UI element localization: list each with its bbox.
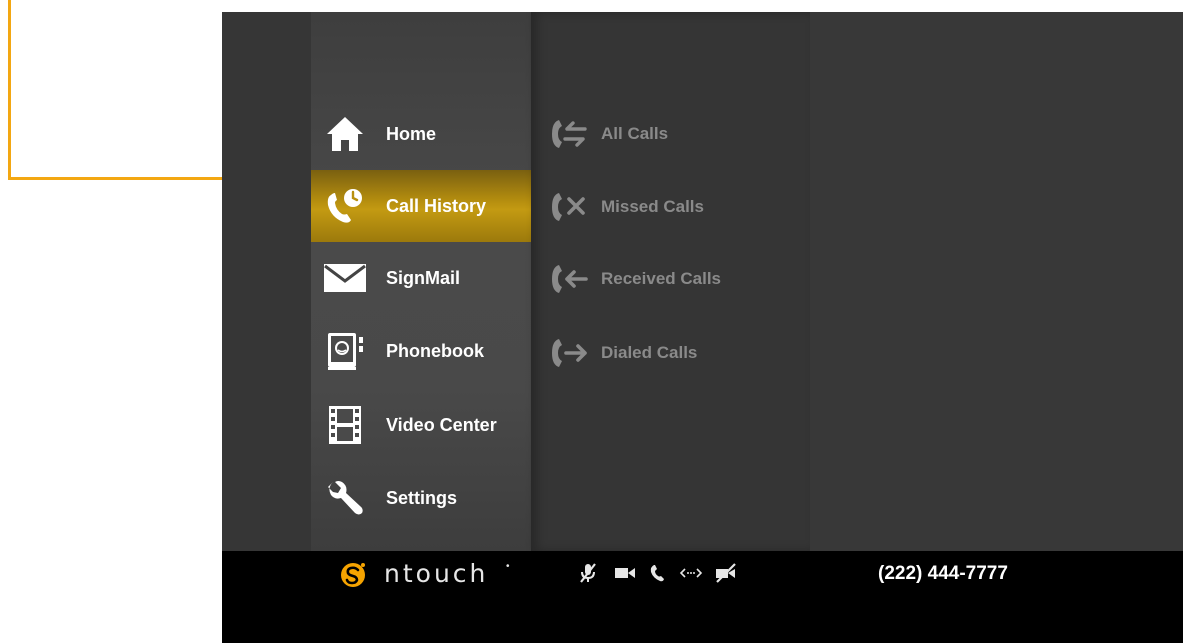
menu-item-label: Settings	[386, 487, 458, 508]
mic-muted-icon[interactable]	[578, 561, 598, 585]
menu-item-call-history[interactable]: Call History	[311, 170, 531, 242]
envelope-icon	[323, 256, 367, 300]
submenu-item-label: Received Calls	[601, 269, 722, 288]
submenu-item-missed-calls[interactable]: Missed Calls	[549, 187, 799, 227]
menu-item-signmail[interactable]: SignMail	[311, 242, 531, 314]
menu-item-phonebook[interactable]: Phonebook	[311, 315, 531, 387]
missed-calls-icon	[549, 189, 595, 225]
all-calls-icon	[549, 116, 595, 152]
status-bar: ntouch • (222) 444-7777	[222, 551, 1183, 643]
phonebook-icon	[323, 329, 367, 373]
main-menu: Home Call History SignMail Phonebook Vid…	[311, 12, 531, 551]
submenu-item-received-calls[interactable]: Received Calls	[549, 259, 799, 299]
film-icon	[323, 403, 367, 447]
connection-icon[interactable]	[679, 561, 703, 585]
menu-item-label: Video Center	[386, 414, 497, 435]
submenu-item-dialed-calls[interactable]: Dialed Calls	[549, 333, 799, 373]
phone-number: (222) 444-7777	[878, 563, 1008, 584]
submenu-item-all-calls[interactable]: All Calls	[549, 114, 799, 154]
app-screen: Home Call History SignMail Phonebook Vid…	[222, 12, 1183, 643]
content-pane	[810, 12, 1183, 551]
brand-logo-icon	[340, 562, 366, 588]
menu-item-label: Call History	[386, 195, 487, 216]
submenu-item-label: Dialed Calls	[601, 343, 698, 362]
registered-mark: •	[506, 561, 510, 572]
submenu-item-label: All Calls	[601, 124, 669, 143]
submenu-item-label: Missed Calls	[601, 197, 704, 216]
annotation-arrow-line-vertical	[8, 0, 11, 180]
menu-item-label: SignMail	[386, 267, 461, 288]
wrench-icon	[323, 476, 367, 520]
received-calls-icon	[549, 261, 595, 297]
call-history-submenu: All Calls Missed Calls Received Calls Di…	[531, 12, 810, 551]
video-camera-icon[interactable]	[614, 561, 636, 585]
call-history-icon	[323, 184, 367, 228]
menu-item-label: Home	[386, 123, 437, 144]
dialed-calls-icon	[549, 335, 595, 371]
brand-name: ntouch	[384, 559, 489, 588]
menu-item-home[interactable]: Home	[311, 98, 531, 170]
video-privacy-icon[interactable]	[714, 561, 738, 585]
menu-item-label: Phonebook	[386, 340, 484, 361]
menu-item-settings[interactable]: Settings	[311, 462, 531, 534]
home-icon	[323, 112, 367, 156]
phone-icon[interactable]	[650, 561, 666, 585]
menu-item-video-center[interactable]: Video Center	[311, 389, 531, 461]
